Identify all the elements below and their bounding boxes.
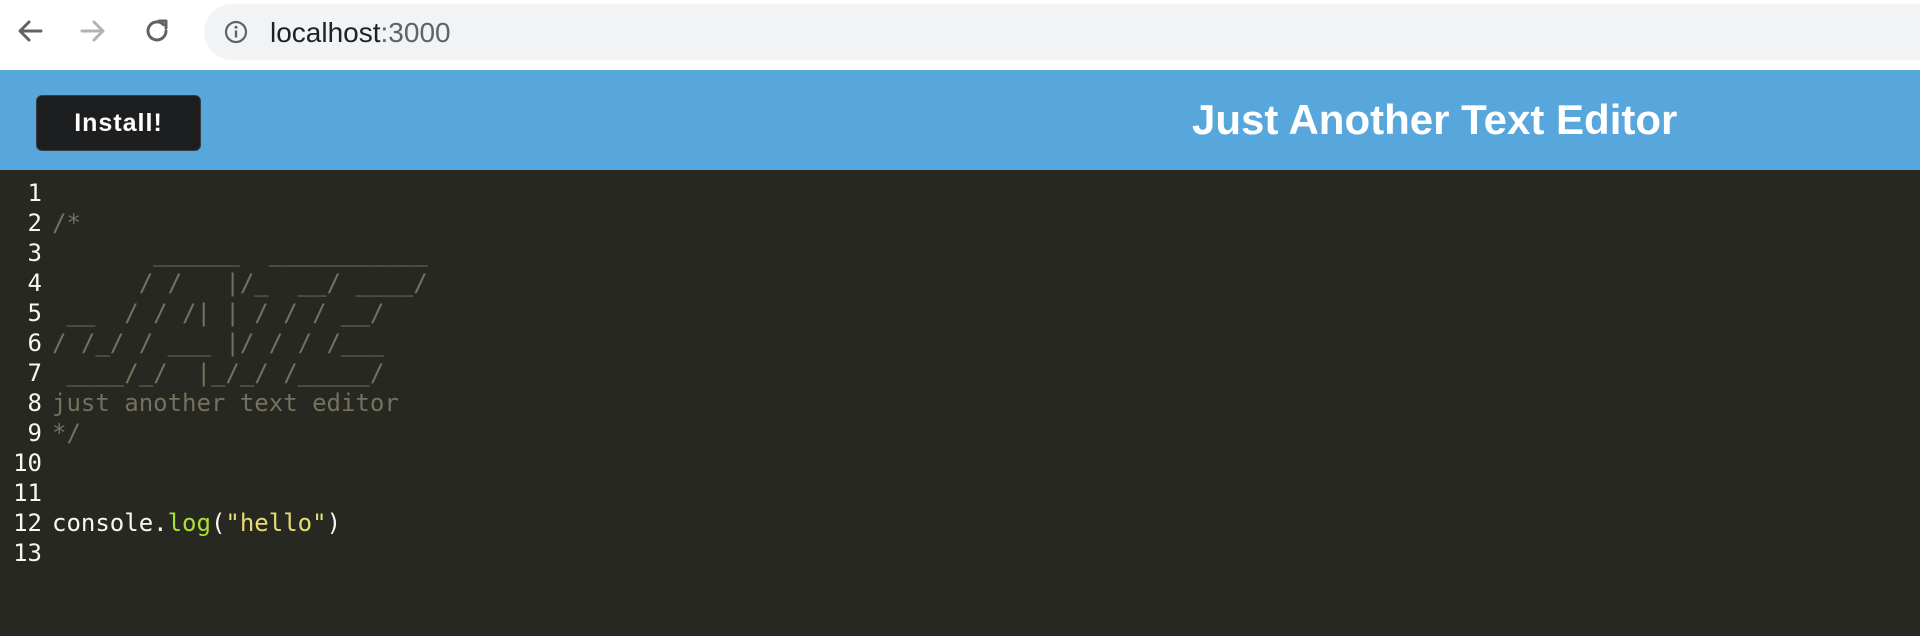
line-number: 9 — [27, 419, 42, 447]
url-text[interactable]: localhost:3000 — [270, 19, 451, 47]
arrow-right-icon — [78, 16, 108, 46]
code-token-fn: log — [167, 509, 211, 537]
code-token-comment: just another text editor — [52, 389, 399, 417]
code-token-plain: ) — [326, 509, 342, 537]
back-button[interactable] — [12, 13, 48, 49]
editor-line[interactable]: 8 just another text editor — [0, 388, 1920, 418]
editor-line[interactable]: 4 / / |/_ __/ ____/ — [0, 268, 1920, 298]
code-token-comment: /* — [52, 209, 81, 237]
line-code[interactable]: just another text editor — [52, 388, 399, 418]
line-number: 2 — [27, 209, 42, 237]
editor-line[interactable]: 2 /* — [0, 208, 1920, 238]
line-code[interactable]: ______ ___________ — [52, 238, 428, 268]
line-number: 6 — [27, 329, 42, 357]
line-code[interactable]: console.log("hello") — [52, 508, 341, 538]
line-number: 11 — [13, 479, 42, 507]
code-token-comment: / /_/ / ___ |/ / / /___ — [52, 329, 385, 357]
editor-line[interactable]: 5 __ / / /| | / / / __/ — [0, 298, 1920, 328]
editor-line[interactable]: 3 ______ ___________ — [0, 238, 1920, 268]
line-number: 5 — [27, 299, 42, 327]
code-token-str: "hello" — [225, 509, 327, 537]
line-number: 10 — [13, 449, 42, 477]
info-icon[interactable] — [224, 20, 248, 44]
editor-line[interactable]: 10 — [0, 448, 1920, 478]
editor-line[interactable]: 1 — [0, 178, 1920, 208]
line-number: 12 — [13, 509, 42, 537]
line-code[interactable]: / /_/ / ___ |/ / / /___ — [52, 328, 384, 358]
line-number: 7 — [27, 359, 42, 387]
line-code[interactable]: */ — [52, 418, 81, 448]
line-number: 3 — [27, 239, 42, 267]
code-token-plain: console. — [52, 509, 168, 537]
code-token-comment: / / |/_ __/ ____/ — [52, 269, 428, 297]
arrow-left-icon — [15, 16, 45, 46]
editor-line[interactable]: 12 console.log("hello") — [0, 508, 1920, 538]
code-token-comment: __ / / /| | / / / __/ — [52, 299, 385, 327]
browser-toolbar: localhost:3000 — [0, 0, 1920, 70]
page-title: Just Another Text Editor — [1192, 96, 1678, 143]
editor-line[interactable]: 9 */ — [0, 418, 1920, 448]
line-number: 1 — [27, 179, 42, 207]
editor-line[interactable]: 13 — [0, 538, 1920, 568]
line-code[interactable]: / / |/_ __/ ____/ — [52, 268, 428, 298]
editor-line[interactable]: 6 / /_/ / ___ |/ / / /___ — [0, 328, 1920, 358]
url-host: localhost — [270, 17, 381, 48]
editor-line[interactable]: 7 ____/_/ |_/_/ /_____/ — [0, 358, 1920, 388]
code-editor[interactable]: 1 2/* 3 ______ ___________ 4 / / |/_ __/ __… — [0, 170, 1920, 636]
forward-button[interactable] — [75, 13, 111, 49]
reload-icon — [142, 16, 172, 46]
reload-button[interactable] — [139, 13, 175, 49]
line-number: 8 — [27, 389, 42, 417]
line-code[interactable]: ____/_/ |_/_/ /_____/ — [52, 358, 384, 388]
editor-line[interactable]: 11 — [0, 478, 1920, 508]
line-code[interactable]: /* — [52, 208, 81, 238]
code-token-comment: ______ ___________ — [52, 239, 428, 267]
code-token-comment: ____/_/ |_/_/ /_____/ — [52, 359, 385, 387]
line-code[interactable]: __ / / /| | / / / __/ — [52, 298, 384, 328]
code-token-comment: */ — [52, 419, 81, 447]
code-token-plain: ( — [210, 509, 226, 537]
address-bar[interactable]: localhost:3000 — [204, 4, 1920, 60]
line-number: 13 — [13, 539, 42, 567]
url-port: :3000 — [380, 17, 451, 48]
install-button[interactable]: Install! — [36, 95, 201, 151]
line-number: 4 — [27, 269, 42, 297]
app-header: Install! Just Another Text Editor — [0, 70, 1920, 170]
